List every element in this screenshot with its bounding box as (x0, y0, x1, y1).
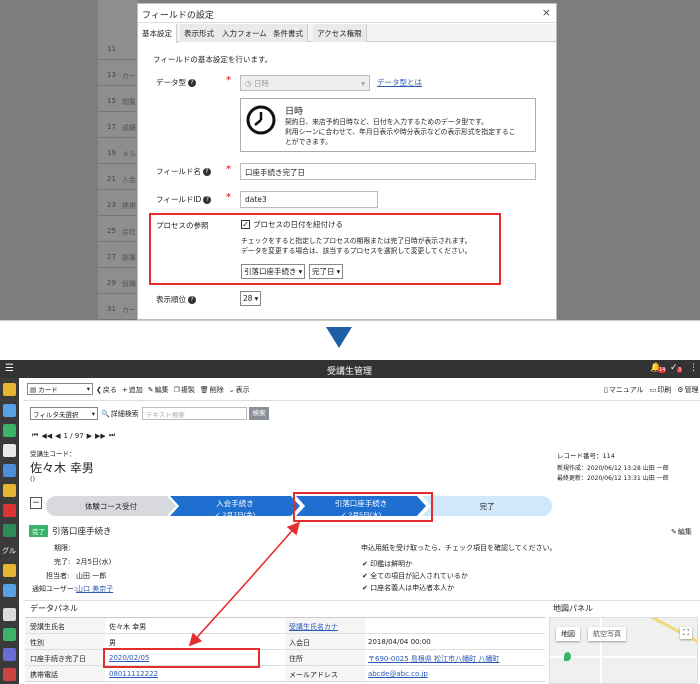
fieldname-input[interactable]: 口座手続き完了日 (240, 163, 536, 180)
divider (0, 320, 700, 321)
fieldid-label: フィールドID? (156, 194, 212, 205)
datetime-title: 日時 (285, 107, 304, 117)
row-cell: 入会 (122, 176, 136, 184)
field-settings-dialog: フィールドの設定 × 基本設定 表示形式 入力フォーム 条件書式 アクセス権限 … (137, 3, 557, 320)
row-number: 23 (107, 201, 116, 209)
row-cell: 成績 (122, 124, 136, 132)
order-label-text: 表示順位 (156, 295, 186, 304)
process-desc-line1: チェックをすると指定したプロセスの期限または完了日時が表示されます。 (241, 237, 472, 245)
dialog-title: フィールドの設定 (138, 4, 556, 23)
arrow-down-icon (326, 327, 352, 348)
background-row: 17 成績 (98, 116, 138, 138)
datetime-desc: 契約日、来店予約日時など、日付を入力するためのデータ型です。 利用シーンに合わせ… (285, 117, 535, 147)
process-checkbox-label: プロセスの日付を紐付ける (253, 220, 343, 229)
row-cell: 役職 (122, 280, 136, 288)
row-cell: カー (122, 306, 136, 314)
fieldname-label: フィールド名? (156, 166, 211, 177)
tab-display[interactable]: 表示形式 (180, 24, 219, 42)
chevron-down-icon: ▾ (298, 267, 303, 276)
close-icon[interactable]: × (542, 6, 551, 19)
order-value: 28 (243, 294, 253, 303)
row-cell: 会社 (122, 228, 136, 236)
row-cell: カー (122, 72, 136, 80)
order-label: 表示順位? (156, 294, 196, 305)
row-number: 25 (107, 227, 116, 235)
datatype-value: ◷ 日時 (245, 78, 269, 88)
datatype-value-text: 日時 (253, 78, 269, 88)
background-row: 15 閲覧 (98, 90, 138, 112)
tab-basic[interactable]: 基本設定 (138, 24, 177, 43)
required-mark: * (226, 164, 231, 175)
background-row: 21 入会 (98, 168, 138, 190)
background-row: 19 メル (98, 142, 138, 164)
background-row: 11 (98, 38, 138, 60)
intro-text: フィールドの基本設定を行います。 (153, 55, 273, 64)
row-number: 29 (107, 279, 116, 287)
fieldid-label-text: フィールドID (156, 195, 202, 204)
chevron-down-icon: ▾ (254, 294, 259, 303)
datatype-label: データ型? (156, 77, 196, 88)
date-type-select[interactable]: 完了日 ▾ (309, 264, 344, 279)
datetime-desc-line3: とができます。 (285, 138, 332, 146)
row-number: 11 (107, 45, 116, 53)
datatype-select[interactable]: ◷ 日時 ▾ (240, 75, 370, 91)
tab-input-form[interactable]: 入力フォーム (218, 24, 272, 42)
row-number: 19 (107, 149, 116, 157)
process-checkbox[interactable]: ✓ (241, 220, 250, 229)
background-row: 27 部署 (98, 246, 138, 268)
row-number: 21 (107, 175, 116, 183)
row-cell: メル (122, 150, 136, 158)
settings-screenshot: 11 13 カー 15 閲覧 17 成績 19 メル 21 入会 23 携帯 25 会社 27 部署 29 役職 31… (0, 0, 700, 320)
row-number: 31 (107, 305, 116, 313)
process-desc: チェックをすると指定したプロセスの期限または完了日時が表示されます。 データを変… (241, 236, 471, 256)
student-management-app: ☰ 受講生管理 🔔 14 ✓ 3 ⋮ グル ▤ カード ▾ ❮ 戻る + 追加 ✎ 編集… (0, 360, 700, 684)
help-icon[interactable]: ? (188, 79, 196, 87)
row-number: 13 (107, 71, 116, 79)
dialog-tabs: 基本設定 表示形式 入力フォーム 条件書式 アクセス権限 (138, 24, 556, 43)
row-cell: 部署 (122, 254, 136, 262)
process-select-value: 引落口座手続き (244, 267, 297, 276)
chevron-down-icon: ▾ (336, 267, 341, 276)
clock-icon (246, 105, 276, 135)
datatype-info-box: 日時 契約日、来店予約日時など、日付を入力するためのデータ型です。 利用シーンに… (240, 98, 536, 152)
tab-conditional-format[interactable]: 条件書式 (269, 24, 308, 42)
background-row: 25 会社 (98, 220, 138, 242)
background-row: 31 カー (98, 298, 138, 320)
fieldname-label-text: フィールド名 (156, 167, 201, 176)
row-cell: 閲覧 (122, 98, 136, 106)
chevron-down-icon: ▾ (361, 78, 365, 88)
background-row: 23 携帯 (98, 194, 138, 216)
process-checkbox-row: ✓ プロセスの日付を紐付ける (241, 219, 343, 230)
help-icon[interactable]: ? (202, 168, 211, 176)
process-label: プロセスの参照 (156, 221, 209, 230)
row-cell: 携帯 (122, 202, 136, 210)
datetime-desc-line1: 契約日、来店予約日時など、日付を入力するためのデータ型です。 (285, 118, 488, 126)
process-select[interactable]: 引落口座手続き ▾ (241, 264, 306, 279)
datatype-label-text: データ型 (156, 78, 186, 87)
help-icon[interactable]: ? (203, 196, 212, 204)
background-row: 13 カー (98, 64, 138, 86)
required-mark: * (226, 192, 231, 203)
order-select[interactable]: 28 ▾ (240, 291, 262, 306)
required-mark: * (226, 75, 231, 86)
row-number: 15 (107, 97, 116, 105)
process-desc-line2: データを変更する場合は、該当するプロセスを選択して変更してください。 (241, 247, 472, 255)
datatype-help-link[interactable]: データ型とは (377, 77, 422, 88)
connector-arrow (188, 521, 301, 647)
row-number: 27 (107, 253, 116, 261)
row-number: 17 (107, 123, 116, 131)
fieldid-input[interactable]: date3 (240, 191, 378, 208)
datetime-desc-line2: 利用シーンに合わせて、年月日表示や時分表示などの表示形式を指定するこ (285, 128, 516, 136)
background-row: 29 役職 (98, 272, 138, 294)
tab-access[interactable]: アクセス権限 (313, 24, 367, 42)
date-type-value: 完了日 (312, 267, 335, 276)
help-icon[interactable]: ? (188, 296, 196, 304)
